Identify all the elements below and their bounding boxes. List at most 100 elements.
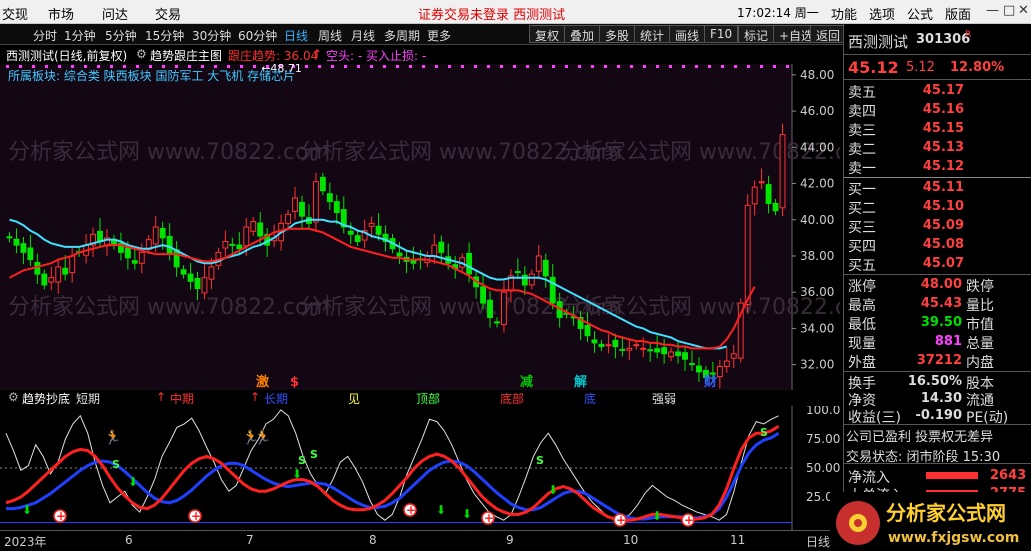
y-tick-label: 40.00 <box>800 213 834 227</box>
signal-dot <box>188 65 191 68</box>
buy-level-price[interactable]: 45.08 <box>904 237 964 252</box>
buy-level-price[interactable]: 45.11 <box>904 180 964 195</box>
candle-body <box>466 252 473 275</box>
sub-indicator-name[interactable]: 趋势抄底 <box>22 390 70 407</box>
candle-body <box>354 235 361 242</box>
candle-body <box>6 236 13 239</box>
menu-item-trade[interactable]: 交易 <box>155 4 181 23</box>
signal-tag: 解 <box>573 374 587 390</box>
sell-level-price[interactable]: 45.16 <box>904 102 964 117</box>
stat-right-label: 市值 <box>966 317 994 333</box>
candle-body <box>682 352 688 360</box>
tf-5min[interactable]: 5分钟 <box>105 27 137 44</box>
close-icon[interactable]: ✕ <box>1018 3 1029 18</box>
candle-body <box>41 273 48 286</box>
menu-item-formula[interactable]: 公式 <box>907 4 933 23</box>
menu-item-wenda[interactable]: 问达 <box>102 4 128 23</box>
menu-item-market[interactable]: 市场 <box>48 4 74 23</box>
main-indicator-name[interactable]: 趋势跟庄主图 <box>150 47 222 64</box>
tf-daily[interactable]: 日线 <box>284 27 308 44</box>
tf-more[interactable]: 更多 <box>427 27 451 44</box>
tf-15min[interactable]: 15分钟 <box>145 27 184 44</box>
tf-multi[interactable]: 多周期 <box>384 27 420 44</box>
stat-right-label: 内盘 <box>966 355 994 371</box>
candle-body <box>236 244 243 250</box>
buy-level-price[interactable]: 45.07 <box>904 256 964 271</box>
last-price: 45.12 <box>848 58 899 77</box>
f10-button[interactable]: F10 <box>704 25 739 43</box>
candle-body <box>180 269 187 275</box>
sub-gear-icon[interactable]: ⚙ <box>8 390 19 404</box>
logo-url: www.fxjgsw.com <box>888 530 1019 546</box>
signal-dot <box>19 65 22 68</box>
signal-dot <box>708 65 711 68</box>
menu-item-layout[interactable]: 版面 <box>945 4 971 23</box>
candle-body <box>194 277 201 290</box>
signal-dot <box>474 65 477 68</box>
tf-1min[interactable]: 1分钟 <box>64 27 96 44</box>
candle-body <box>257 222 264 237</box>
x-label-6: 6 <box>125 533 133 547</box>
tf-30min[interactable]: 30分钟 <box>192 27 231 44</box>
price-change: 5.12 <box>906 60 935 75</box>
candle-body <box>487 299 493 319</box>
fuquan-button[interactable]: 复权 <box>529 25 566 43</box>
mark-button[interactable]: 标记 <box>738 25 775 43</box>
candle-body <box>668 351 675 358</box>
back-button[interactable]: 返回 <box>810 25 847 43</box>
signal-dot <box>734 65 737 68</box>
draw-line-button[interactable]: 画线 <box>669 25 706 43</box>
signal-tag: 财 <box>704 374 717 390</box>
tf-fenshi[interactable]: 分时 <box>33 27 57 44</box>
menu-item-options[interactable]: 选项 <box>869 4 895 23</box>
book-divider <box>844 177 1031 178</box>
sell-level-price[interactable]: 45.13 <box>904 140 964 155</box>
stat-value: 37212 <box>916 353 962 368</box>
stop-loss-label: 空头: - 买入止损: - <box>326 49 427 63</box>
main-chart[interactable]: 分析家公式网 www.70822.com 分析家公式网 www.70822.com… <box>0 64 840 390</box>
candle-body <box>494 321 500 324</box>
candle-body <box>514 271 521 274</box>
multi-stock-button[interactable]: 多股 <box>599 25 636 43</box>
fin-value: 14.30 <box>920 391 962 406</box>
tf-weekly[interactable]: 周线 <box>318 27 342 44</box>
indicator-gear-icon[interactable]: ⚙ <box>136 47 147 61</box>
sub-indicator-arrow: ↑ <box>156 390 167 404</box>
tf-60min[interactable]: 60分钟 <box>238 27 277 44</box>
sell-level-price[interactable]: 45.15 <box>904 121 964 136</box>
tf-monthly[interactable]: 月线 <box>351 27 375 44</box>
sell-level-price[interactable]: 45.17 <box>904 83 964 98</box>
window-max-icon[interactable]: □ <box>1003 3 1015 18</box>
y-tick-label: 36.00 <box>800 285 834 299</box>
stat-value: 48.00 <box>920 277 962 292</box>
signal-dot <box>747 65 750 68</box>
candle-body <box>229 243 236 246</box>
y-tick-label: 46.00 <box>800 104 834 118</box>
window-min-icon[interactable]: — <box>986 3 999 18</box>
signal-dot <box>760 65 763 68</box>
sell-level-price[interactable]: 45.12 <box>904 159 964 174</box>
stats-button[interactable]: 统计 <box>634 25 671 43</box>
signal-dot <box>656 65 659 68</box>
menu-item-function[interactable]: 功能 <box>831 4 857 23</box>
clock-display: 17:02:14 周一 <box>737 6 819 20</box>
buy-level-price[interactable]: 45.10 <box>904 199 964 214</box>
candle-body <box>319 176 326 192</box>
buy-level-price[interactable]: 45.09 <box>904 218 964 233</box>
menu-item-0[interactable]: 交现 <box>2 4 28 23</box>
signal-dot <box>669 65 672 68</box>
stock-code: 301306 <box>916 32 971 47</box>
sell-level-label: 卖五 <box>848 85 876 101</box>
overlay-button[interactable]: 叠加 <box>564 25 601 43</box>
watermark-text: 分析家公式网 www.70822.com <box>8 295 330 320</box>
fin-divider <box>844 424 1031 425</box>
candle-body <box>27 247 34 261</box>
signal-dot <box>773 65 776 68</box>
running-man-icon: 🏃 <box>104 429 121 446</box>
stock-r-mark: R <box>965 30 972 40</box>
x-label-2023: 2023年 <box>4 535 47 549</box>
candle-body <box>626 347 633 351</box>
candle-body <box>431 244 438 257</box>
login-notice[interactable]: 证券交易未登录 西测测试 <box>418 4 565 23</box>
sub-chart[interactable]: 100.075.0050.0025.00 + + ++ + +S S S SS⬇⬇⬇⬇ ⬇⬇⬇🏃… <box>0 406 840 530</box>
